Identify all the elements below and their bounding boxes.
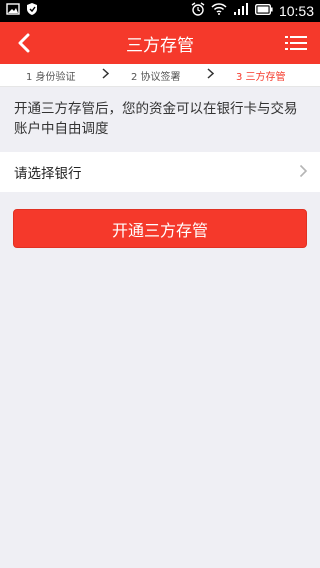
open-custody-button[interactable]: 开通三方存管: [13, 209, 307, 248]
step-3-label: 3 三方存管: [236, 72, 286, 83]
info-text: 开通三方存管后，您的资金可以在银行卡与交易账户中自由调度: [14, 101, 298, 137]
step-2-label: 2 协议签署: [131, 72, 181, 83]
page-title: 三方存管: [126, 35, 194, 56]
step-1-label: 1 身份验证: [26, 72, 76, 83]
signal-icon: [233, 3, 249, 19]
title-bar: 三方存管: [0, 22, 320, 64]
back-button[interactable]: [8, 22, 40, 64]
select-bank-row[interactable]: 请选择银行: [0, 152, 320, 192]
status-bar: 10:53: [0, 0, 320, 22]
wifi-icon: [211, 3, 227, 19]
list-menu-icon: [285, 36, 307, 50]
chevron-right-icon: [299, 163, 308, 182]
chevron-left-icon: [18, 33, 30, 53]
select-bank-label: 请选择银行: [14, 166, 82, 182]
status-time: 10:53: [278, 3, 314, 19]
chevron-right-icon: [207, 68, 215, 82]
alarm-icon: [191, 2, 205, 20]
step-indicator: 1 身份验证 2 协议签署 3 三方存管: [0, 64, 320, 87]
menu-button[interactable]: [280, 22, 312, 64]
security-icon: [26, 2, 38, 20]
battery-icon: [254, 3, 273, 19]
chevron-right-icon: [102, 68, 110, 82]
image-icon: [6, 3, 20, 19]
